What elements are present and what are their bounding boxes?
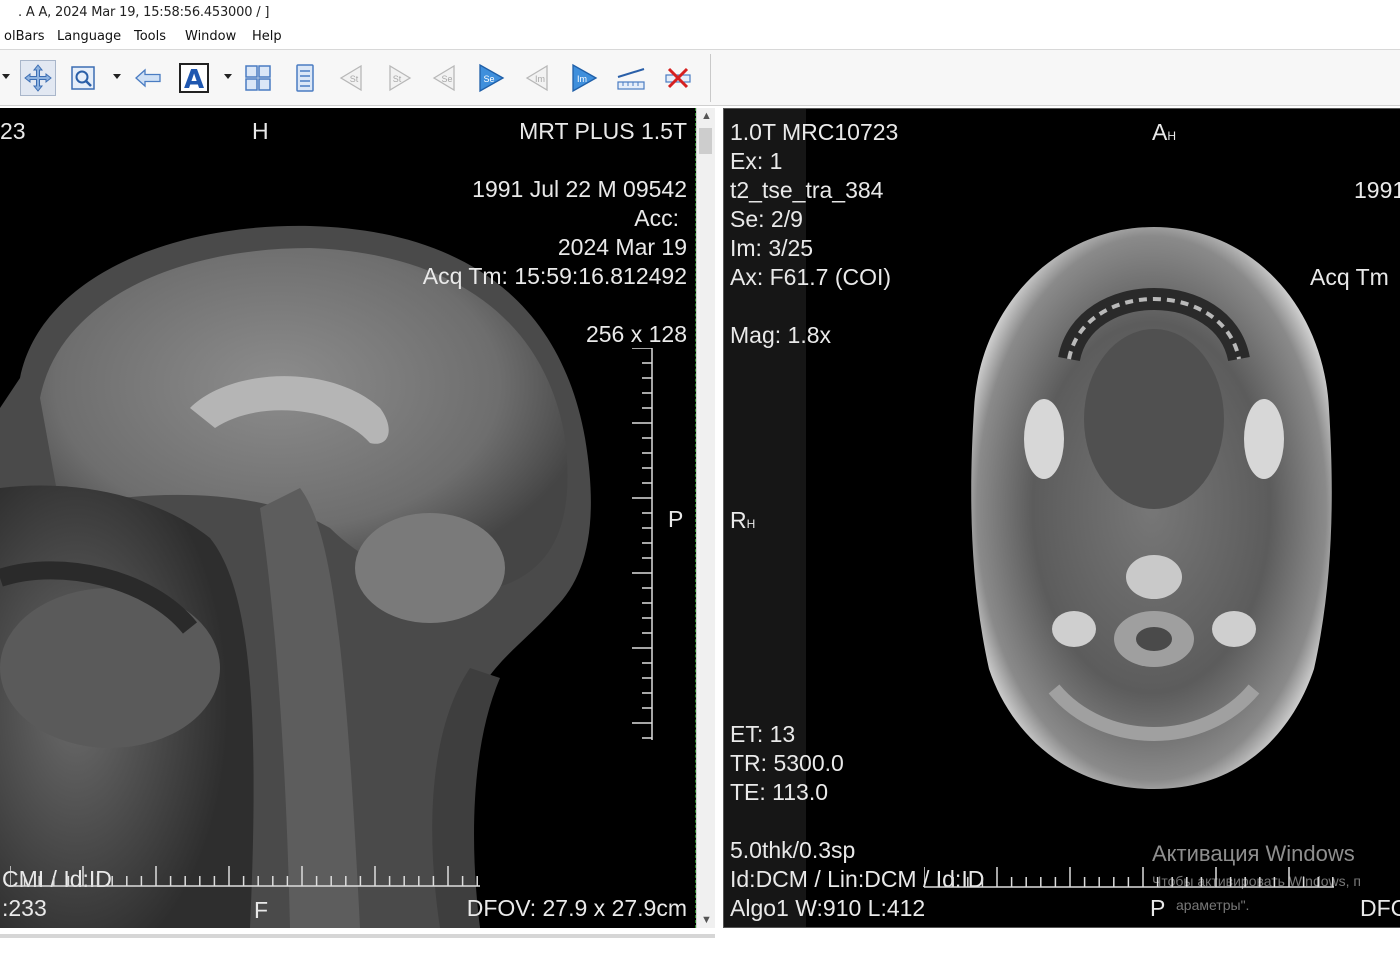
stack-icon [296,64,314,92]
windows-activation-line2: араметры". [1176,897,1250,913]
measure-icon [617,68,645,90]
repetition-time: TR: 5300.0 [730,750,844,776]
overlay-top-left: 23 [0,118,26,144]
chevron-down-icon[interactable] [2,74,10,79]
menu-language[interactable]: Language [57,29,121,44]
sagittal-mri-image [0,225,591,928]
prev-study-button[interactable]: St [335,60,371,96]
echo-time: TE: 113.0 [730,779,829,805]
pan-icon [24,64,52,92]
back-button[interactable] [130,60,166,96]
redacted-region [430,148,670,174]
redacted-region [1354,139,1400,165]
chevron-down-icon[interactable] [224,74,232,79]
menu-help[interactable]: Help [252,29,282,44]
prev-image-button[interactable]: Im [521,60,557,96]
study-date: 2024 Mar 19 [557,234,687,260]
zoom-icon [71,66,95,90]
annotation-text-icon: A [179,63,209,94]
vertical-scrollbar[interactable]: ▲ ▼ [696,108,715,928]
scroll-up-icon[interactable]: ▲ [701,110,712,122]
orientation-top: AH [1152,119,1177,145]
echo-train: ET: 13 [730,721,796,747]
prev-study-icon: St [339,64,362,92]
zoom-tool-button[interactable] [66,60,102,96]
patient-info: 1991 Jul 22 M 09542 [472,176,687,202]
chevron-down-icon[interactable] [113,74,121,79]
viewport-axial[interactable]: 1.0T MRC10723 Ex: 1 t2_tse_tra_384 Se: 2… [723,108,1400,928]
slice-thickness: 5.0thk/0.3sp [730,837,856,863]
acquisition-time-partial: Acq Tm [1310,264,1389,290]
toolbar-separator [710,54,711,102]
menu-toolbars[interactable]: olBars [4,29,45,44]
horizontal-ruler [924,867,1334,888]
measure-button[interactable] [613,60,649,96]
matrix-size: 256 x 128 [585,321,687,347]
patient-info-partial: 1991 [1354,177,1400,203]
scanner-label: 1.0T MRC10723 [730,119,899,145]
prev-series-button[interactable]: Se [428,60,464,96]
series-index: Se: 2/9 [730,206,803,232]
protocol-name: t2_tse_tra_384 [730,177,884,203]
stack-button[interactable] [287,60,323,96]
menu-bar: olBars Language Tools Window Help [0,26,1400,48]
delete-annotation-button[interactable] [660,60,696,96]
orientation-right: P [668,506,684,532]
svg-text:A: A [184,65,204,94]
scanner-label: MRT PLUS 1.5T [519,118,687,144]
svg-text:Se: Se [483,74,494,84]
exam-number: Ex: 1 [730,148,783,174]
magnification: Mag: 1.8x [730,322,831,348]
window-level: Algo1 W:910 L:412 [730,895,926,921]
menu-window[interactable]: Window [185,29,236,44]
layout-grid-icon [245,65,271,91]
scroll-down-icon[interactable]: ▼ [701,914,712,926]
orientation-top: H [252,118,269,144]
text-annotation-button[interactable]: A [176,60,212,96]
svg-text:St: St [350,74,359,84]
next-series-button[interactable]: Se [473,60,509,96]
window-title: . A A, 2024 Mar 19, 15:58:56.453000 / ] [18,5,270,20]
acquisition-time: Acq Tm: 15:59:16.812492 [422,263,687,289]
next-series-icon: Se [479,63,505,93]
status-area [0,930,1400,960]
next-image-icon: Im [572,63,598,93]
orientation-left: RH [730,507,756,533]
scroll-thumb[interactable] [699,128,712,154]
menu-tools[interactable]: Tools [134,29,166,44]
horizontal-scrollbar[interactable] [0,934,715,938]
next-image-button[interactable]: Im [566,60,602,96]
toolbar: A St St Se Se Im Im [0,49,1400,106]
overlay-bottom-left-value: :233 [2,895,47,921]
viewport-sagittal[interactable]: 23 H MRT PLUS 1.5T 1991 Jul 22 M 09542 A… [0,108,696,928]
prev-series-icon: Se [432,64,455,92]
orientation-bottom: F [254,897,269,923]
next-study-button[interactable]: St [380,60,416,96]
pan-tool-button[interactable] [20,60,56,96]
vertical-ruler [632,348,653,740]
prev-image-icon: Im [525,64,548,92]
orientation-bottom: P [1150,895,1166,921]
svg-text:St: St [393,74,402,84]
svg-text:Se: Se [441,74,452,84]
delete-annotation-icon [665,67,691,89]
title-bar: . A A, 2024 Mar 19, 15:58:56.453000 / ] [0,0,1400,26]
image-index: Im: 3/25 [730,235,814,261]
dfov-label: DFOV: 27.9 x 27.9cm [466,895,687,921]
back-icon [135,68,161,88]
axis-position: Ax: F61.7 (COI) [730,264,892,290]
svg-text:Im: Im [577,74,587,84]
svg-text:Im: Im [535,74,545,84]
dfov-partial: DFC [1360,895,1400,921]
accession-label: Acc: [634,205,679,231]
next-study-icon: St [389,64,412,92]
layout-button[interactable] [240,60,276,96]
horizontal-ruler [10,866,480,887]
